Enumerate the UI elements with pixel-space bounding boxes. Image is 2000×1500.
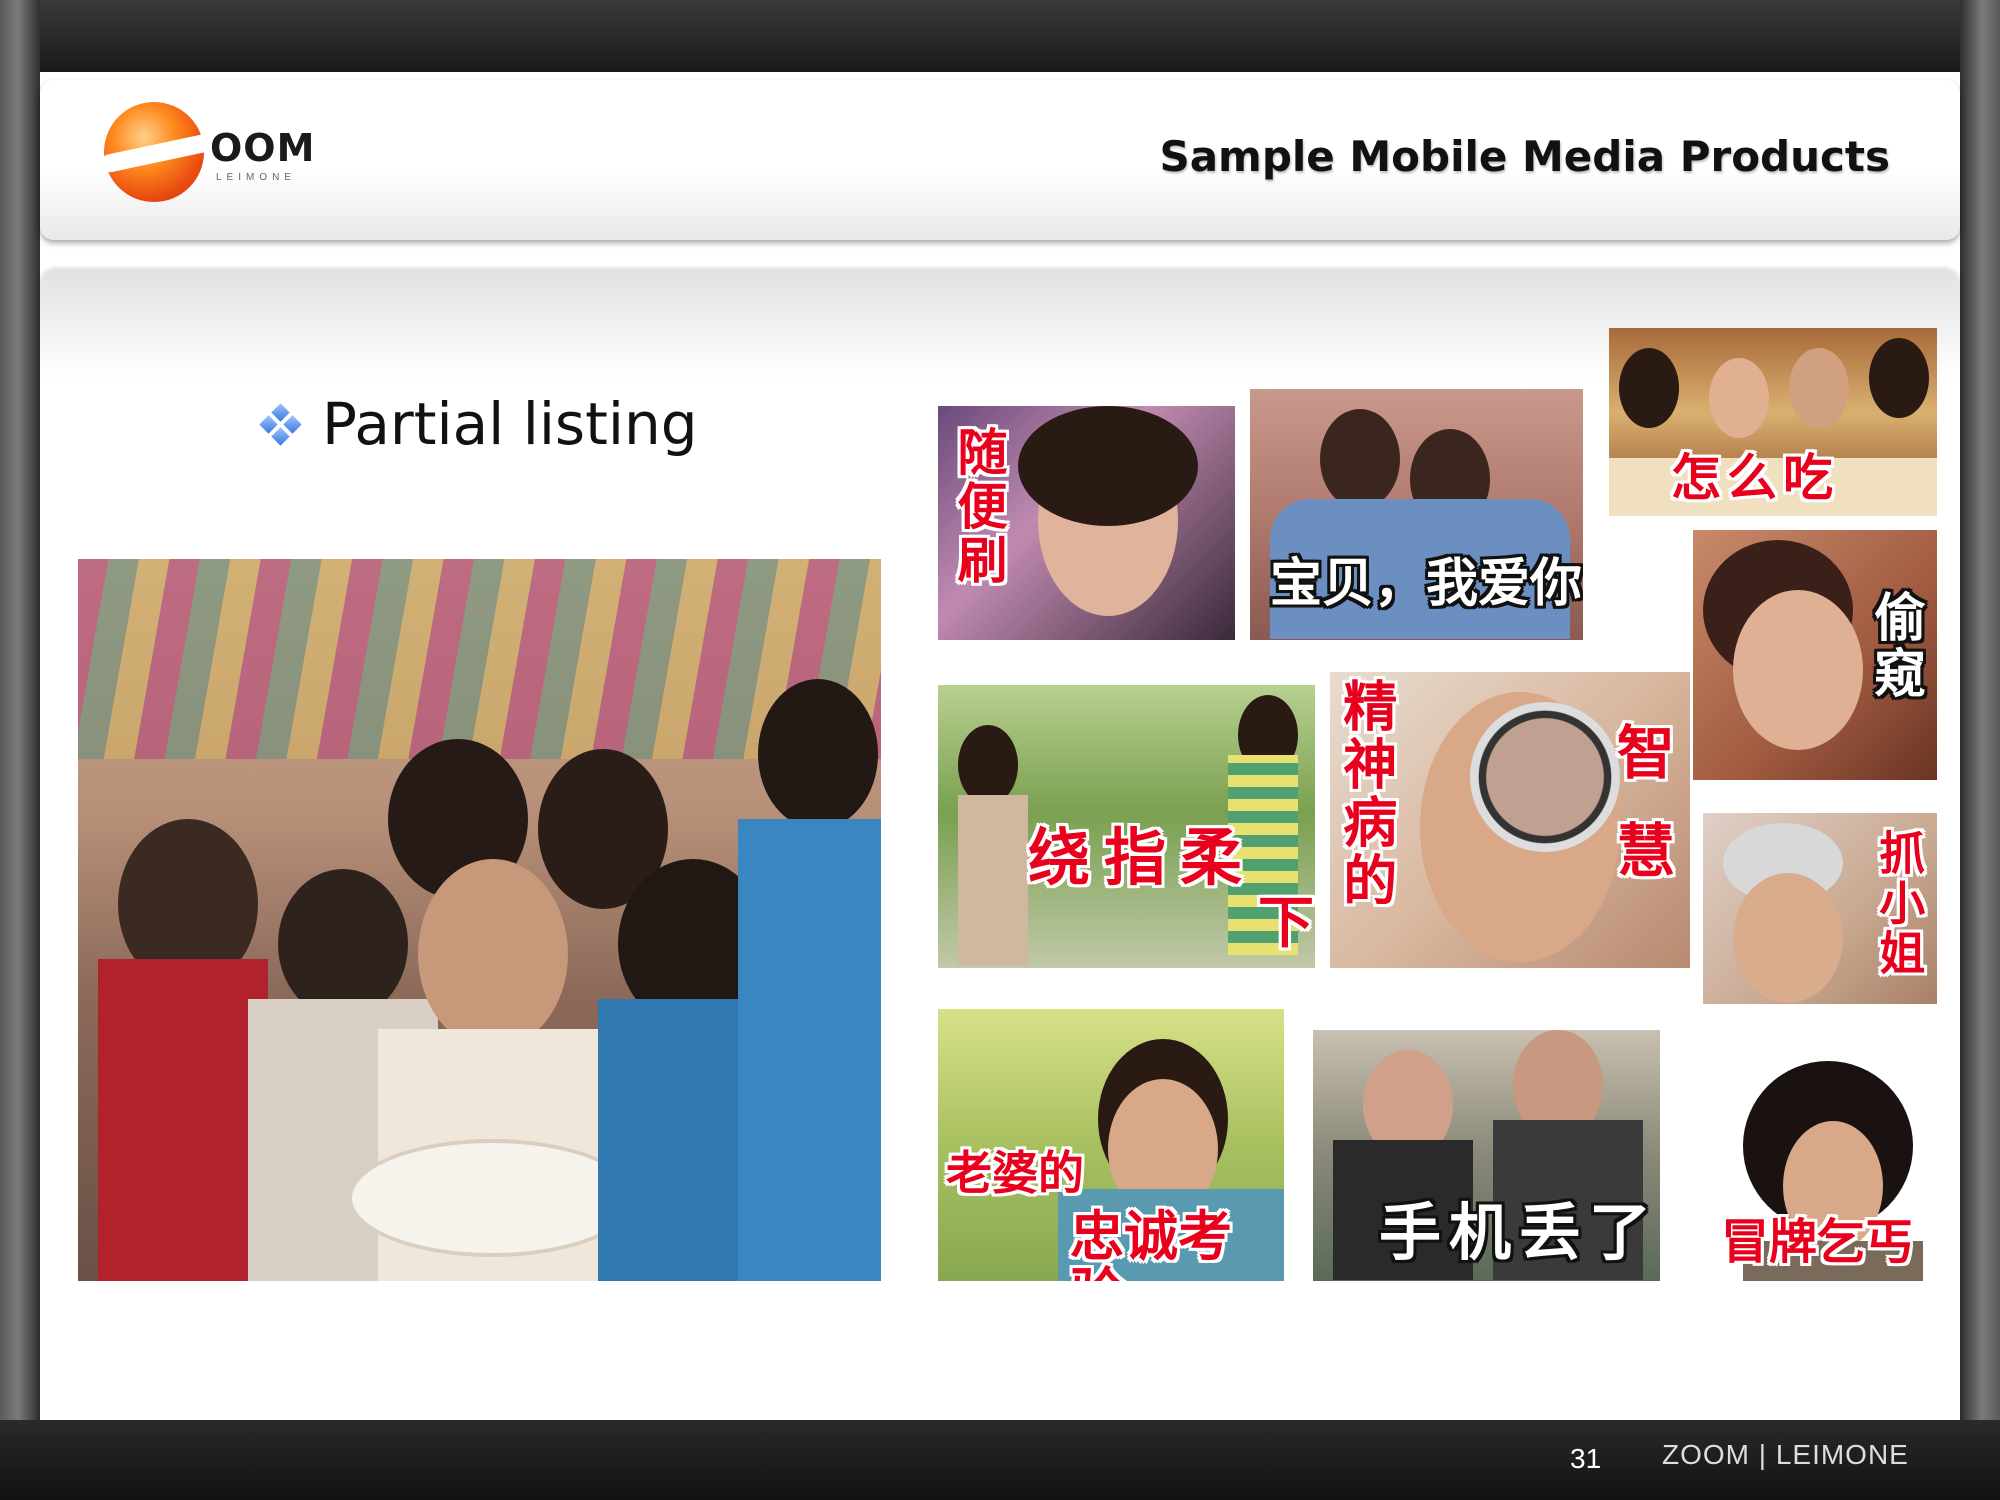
top-bar: [40, 0, 1960, 72]
bullet-text: Partial listing: [322, 390, 698, 458]
logo-wordmark: OOM: [210, 126, 316, 170]
page-number: 31: [1570, 1443, 1602, 1474]
caption-t6-main: 精神病的: [1333, 678, 1397, 910]
caption-t3: 怎么吃: [1671, 449, 1839, 507]
zoom-logo: OOM LEIMONE: [99, 100, 340, 210]
caption-t8-sub: 忠诚考验: [1070, 1205, 1232, 1281]
caption-t5-sub: 下: [1258, 891, 1314, 956]
thumbnail-wisdom: 精神病的 智慧: [1330, 672, 1690, 968]
thumbnail-baby-i-love-you: 宝贝，我爱你: [1250, 389, 1583, 640]
logo-subtitle: LEIMONE: [216, 172, 297, 183]
thumbnail-peeping: 偷窥: [1693, 530, 1937, 780]
thumbnail-catch-girl: 抓小姐: [1703, 813, 1937, 1004]
birthday-party-photo: [78, 559, 881, 1281]
thumbnail-wife-loyalty-test: 老婆的 忠诚考验: [938, 1009, 1284, 1281]
bullet-item: Partial listing: [259, 390, 698, 458]
thumbnail-fake-beggar: 冒牌乞丐: [1683, 1061, 1937, 1281]
caption-t10: 冒牌乞丐: [1721, 1214, 1914, 1270]
caption-t7: 抓小姐: [1872, 829, 1927, 979]
footer-brand: ZOOM | LEIMONE: [1662, 1439, 1909, 1470]
thumbnail-finger-wrap: 绕指柔 下: [938, 685, 1315, 968]
caption-t8-main: 老婆的: [946, 1146, 1084, 1200]
caption-t6-sub: 智慧: [1606, 722, 1675, 918]
caption-t5-main: 绕指柔: [1028, 821, 1257, 894]
caption-t9: 手机丢了: [1379, 1196, 1660, 1269]
caption-t1: 随便刷: [949, 426, 1008, 588]
caption-t2: 宝贝，我爱你: [1270, 554, 1583, 614]
thumbnail-phone-lost: 手机丢了: [1313, 1030, 1660, 1281]
thumbnail-random-swipe: 随便刷: [938, 406, 1235, 640]
diamond-bullet-icon: [259, 403, 302, 446]
thumbnail-how-to-eat: 怎么吃: [1609, 328, 1937, 516]
caption-t4: 偷窥: [1864, 590, 1925, 702]
page-title: Sample Mobile Media Products: [1159, 132, 1890, 181]
